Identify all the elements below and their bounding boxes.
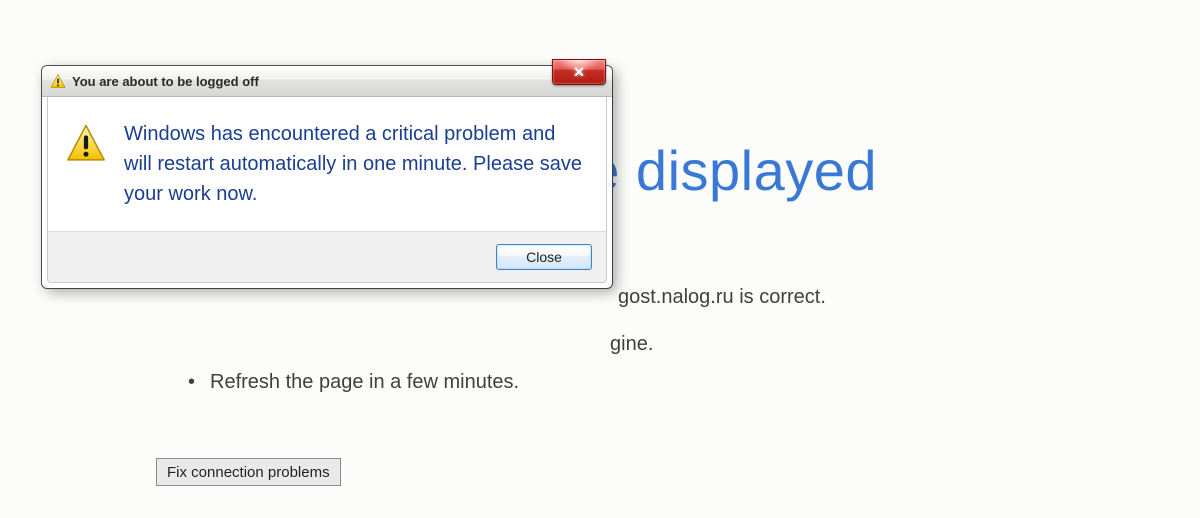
bullet-partial-1: gost.nalog.ru is correct. xyxy=(618,286,826,309)
close-icon: ✕ xyxy=(573,65,585,79)
warning-icon xyxy=(50,73,66,89)
close-button[interactable]: Close xyxy=(496,244,592,270)
bullet-text: Refresh the page in a few minutes. xyxy=(210,362,519,402)
dialog-titlebar[interactable]: You are about to be logged off ✕ xyxy=(42,66,612,97)
list-item: • Refresh the page in a few minutes. xyxy=(188,362,519,402)
bullet-partial-2: gine. xyxy=(610,333,653,356)
bullet-dot-icon: • xyxy=(188,362,210,402)
dialog-button-row: Close xyxy=(48,231,606,282)
dialog-window: You are about to be logged off ✕ xyxy=(42,66,612,288)
window-close-button[interactable]: ✕ xyxy=(552,59,606,85)
dialog-message: Windows has encountered a critical probl… xyxy=(124,119,582,209)
dialog-title: You are about to be logged off xyxy=(72,74,259,89)
dialog-body: Windows has encountered a critical probl… xyxy=(47,97,607,283)
warning-icon xyxy=(66,123,106,168)
bullet-list: •placeholder •placeholder • Refresh the … xyxy=(188,282,519,402)
fix-connection-button[interactable]: Fix connection problems xyxy=(156,458,341,486)
